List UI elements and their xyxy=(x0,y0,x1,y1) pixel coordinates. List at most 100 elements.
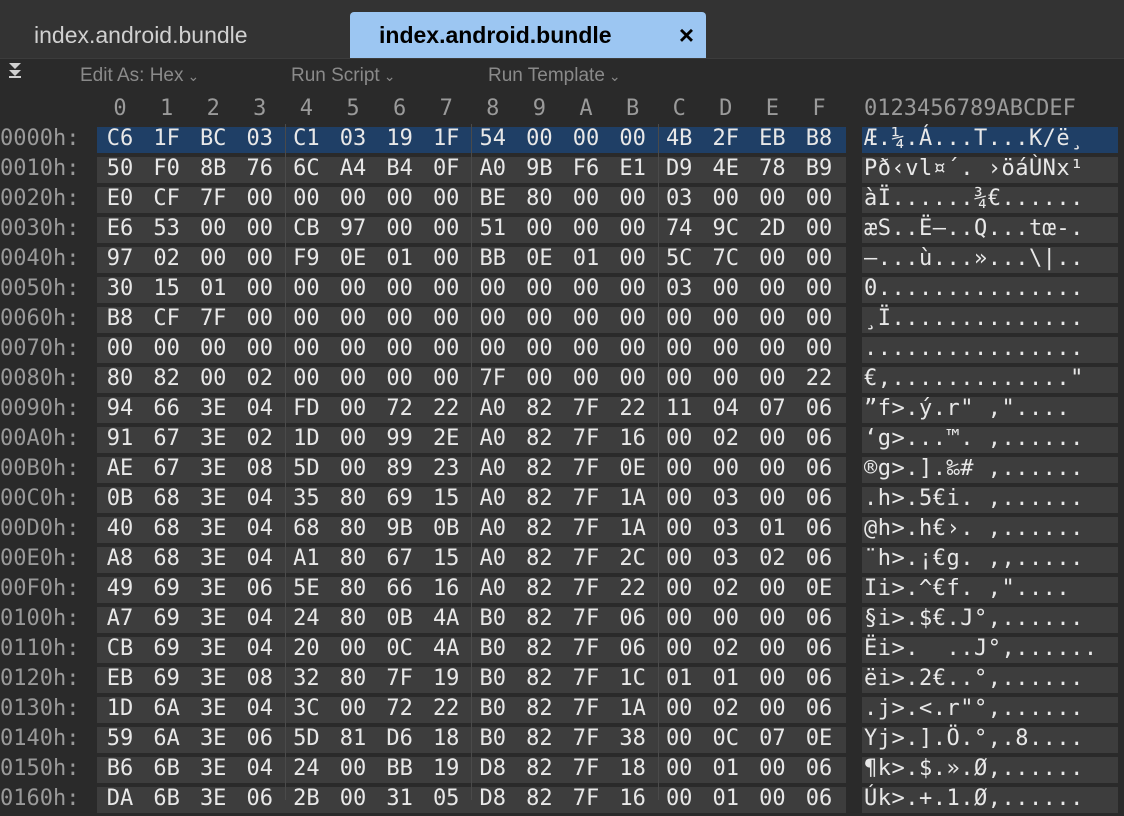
byte-cell[interactable]: 00 xyxy=(706,276,746,301)
byte-cell[interactable]: 5C xyxy=(659,246,699,271)
byte-cell[interactable]: 3C xyxy=(286,696,326,721)
byte-cell[interactable]: 02 xyxy=(706,576,746,601)
byte-cell[interactable]: B9 xyxy=(799,156,839,181)
byte-cell[interactable]: 67 xyxy=(147,456,187,481)
byte-cell[interactable]: 00 xyxy=(659,756,699,781)
byte-cell[interactable]: B0 xyxy=(473,666,513,691)
byte-cell[interactable]: 7F xyxy=(566,486,606,511)
byte-cell[interactable]: 30 xyxy=(100,276,140,301)
byte-cell[interactable]: 06 xyxy=(799,606,839,631)
byte-cell[interactable]: D8 xyxy=(473,756,513,781)
byte-cell[interactable]: 00 xyxy=(333,276,373,301)
byte-cell[interactable]: 00 xyxy=(659,546,699,571)
byte-cell[interactable]: 0C xyxy=(380,636,420,661)
byte-cell[interactable]: 00 xyxy=(613,366,653,391)
byte-cell[interactable]: 00 xyxy=(333,366,373,391)
byte-cell[interactable]: 00 xyxy=(752,636,792,661)
byte-cell[interactable]: 82 xyxy=(519,456,559,481)
byte-cell[interactable]: AE xyxy=(100,456,140,481)
byte-cell[interactable]: 00 xyxy=(286,186,326,211)
byte-cell[interactable]: 03 xyxy=(240,126,280,151)
byte-cell[interactable]: 04 xyxy=(706,396,746,421)
byte-cell[interactable]: 3E xyxy=(193,666,233,691)
byte-cell[interactable]: B4 xyxy=(380,156,420,181)
byte-cell[interactable]: 18 xyxy=(426,726,466,751)
ascii-text[interactable]: 0............... xyxy=(864,276,1084,301)
byte-cell[interactable]: 7F xyxy=(566,756,606,781)
byte-cell[interactable]: 80 xyxy=(333,546,373,571)
byte-cell[interactable]: 06 xyxy=(799,396,839,421)
byte-cell[interactable]: 78 xyxy=(752,156,792,181)
ascii-text[interactable]: €,............." xyxy=(864,366,1084,391)
byte-cell[interactable]: 04 xyxy=(240,756,280,781)
byte-cell[interactable]: 00 xyxy=(706,366,746,391)
byte-cell[interactable]: 00 xyxy=(706,186,746,211)
byte-cell[interactable]: 59 xyxy=(100,726,140,751)
byte-cell[interactable]: 03 xyxy=(659,276,699,301)
byte-cell[interactable]: 0B xyxy=(380,606,420,631)
byte-cell[interactable]: 02 xyxy=(706,636,746,661)
byte-cell[interactable]: BB xyxy=(380,756,420,781)
byte-cell[interactable]: 00 xyxy=(752,576,792,601)
byte-cell[interactable]: CF xyxy=(147,306,187,331)
byte-cell[interactable]: 00 xyxy=(426,366,466,391)
byte-cell[interactable]: C6 xyxy=(100,126,140,151)
close-icon[interactable]: × xyxy=(679,20,694,51)
byte-cell[interactable]: A1 xyxy=(286,546,326,571)
byte-cell[interactable]: 35 xyxy=(286,486,326,511)
byte-cell[interactable]: 02 xyxy=(147,246,187,271)
byte-cell[interactable]: 15 xyxy=(426,546,466,571)
byte-cell[interactable]: 3E xyxy=(193,606,233,631)
byte-cell[interactable]: 0E xyxy=(799,576,839,601)
byte-cell[interactable]: 03 xyxy=(706,546,746,571)
ascii-text[interactable]: æS..Ë—..Q...tœ-. xyxy=(864,216,1084,241)
byte-cell[interactable]: 7F xyxy=(566,546,606,571)
byte-cell[interactable]: 16 xyxy=(426,576,466,601)
ascii-text[interactable]: §i>.$€.J°,...... xyxy=(864,606,1084,631)
byte-cell[interactable]: 02 xyxy=(240,366,280,391)
byte-cell[interactable]: 00 xyxy=(426,186,466,211)
byte-cell[interactable]: 2E xyxy=(426,426,466,451)
byte-cell[interactable]: F6 xyxy=(566,156,606,181)
byte-cell[interactable]: 67 xyxy=(380,546,420,571)
byte-cell[interactable]: 4A xyxy=(426,606,466,631)
byte-cell[interactable]: 3E xyxy=(193,546,233,571)
byte-cell[interactable]: 01 xyxy=(706,666,746,691)
byte-cell[interactable]: 00 xyxy=(659,306,699,331)
byte-cell[interactable]: 9B xyxy=(380,516,420,541)
byte-cell[interactable]: 00 xyxy=(519,216,559,241)
byte-cell[interactable]: 0E xyxy=(519,246,559,271)
byte-cell[interactable]: D9 xyxy=(659,156,699,181)
byte-cell[interactable]: A0 xyxy=(473,456,513,481)
byte-cell[interactable]: 00 xyxy=(519,336,559,361)
byte-cell[interactable]: 02 xyxy=(752,546,792,571)
byte-cell[interactable]: 02 xyxy=(706,696,746,721)
byte-cell[interactable]: 51 xyxy=(473,216,513,241)
byte-cell[interactable]: 00 xyxy=(147,336,187,361)
byte-cell[interactable]: 3E xyxy=(193,726,233,751)
ascii-text[interactable]: Pð‹vl¤´. ›öáÙNx¹ xyxy=(864,156,1084,181)
byte-cell[interactable]: 3E xyxy=(193,486,233,511)
byte-cell[interactable]: 00 xyxy=(519,366,559,391)
byte-cell[interactable]: 66 xyxy=(380,576,420,601)
byte-cell[interactable]: 3E xyxy=(193,696,233,721)
byte-cell[interactable]: 40 xyxy=(100,516,140,541)
byte-cell[interactable]: 1F xyxy=(147,126,187,151)
byte-cell[interactable]: 00 xyxy=(613,246,653,271)
byte-cell[interactable]: 00 xyxy=(799,336,839,361)
byte-cell[interactable]: 08 xyxy=(240,456,280,481)
byte-cell[interactable]: 49 xyxy=(100,576,140,601)
collapse-icon[interactable] xyxy=(8,62,22,82)
byte-cell[interactable]: 91 xyxy=(100,426,140,451)
byte-cell[interactable]: 00 xyxy=(333,426,373,451)
byte-cell[interactable]: 06 xyxy=(799,696,839,721)
byte-cell[interactable]: 15 xyxy=(147,276,187,301)
byte-cell[interactable]: 81 xyxy=(333,726,373,751)
byte-cell[interactable]: 19 xyxy=(426,666,466,691)
byte-cell[interactable]: 7F xyxy=(566,696,606,721)
byte-cell[interactable]: 00 xyxy=(519,126,559,151)
byte-cell[interactable]: 0E xyxy=(333,246,373,271)
byte-cell[interactable]: 69 xyxy=(147,606,187,631)
byte-cell[interactable]: 01 xyxy=(566,246,606,271)
byte-cell[interactable]: 22 xyxy=(799,366,839,391)
